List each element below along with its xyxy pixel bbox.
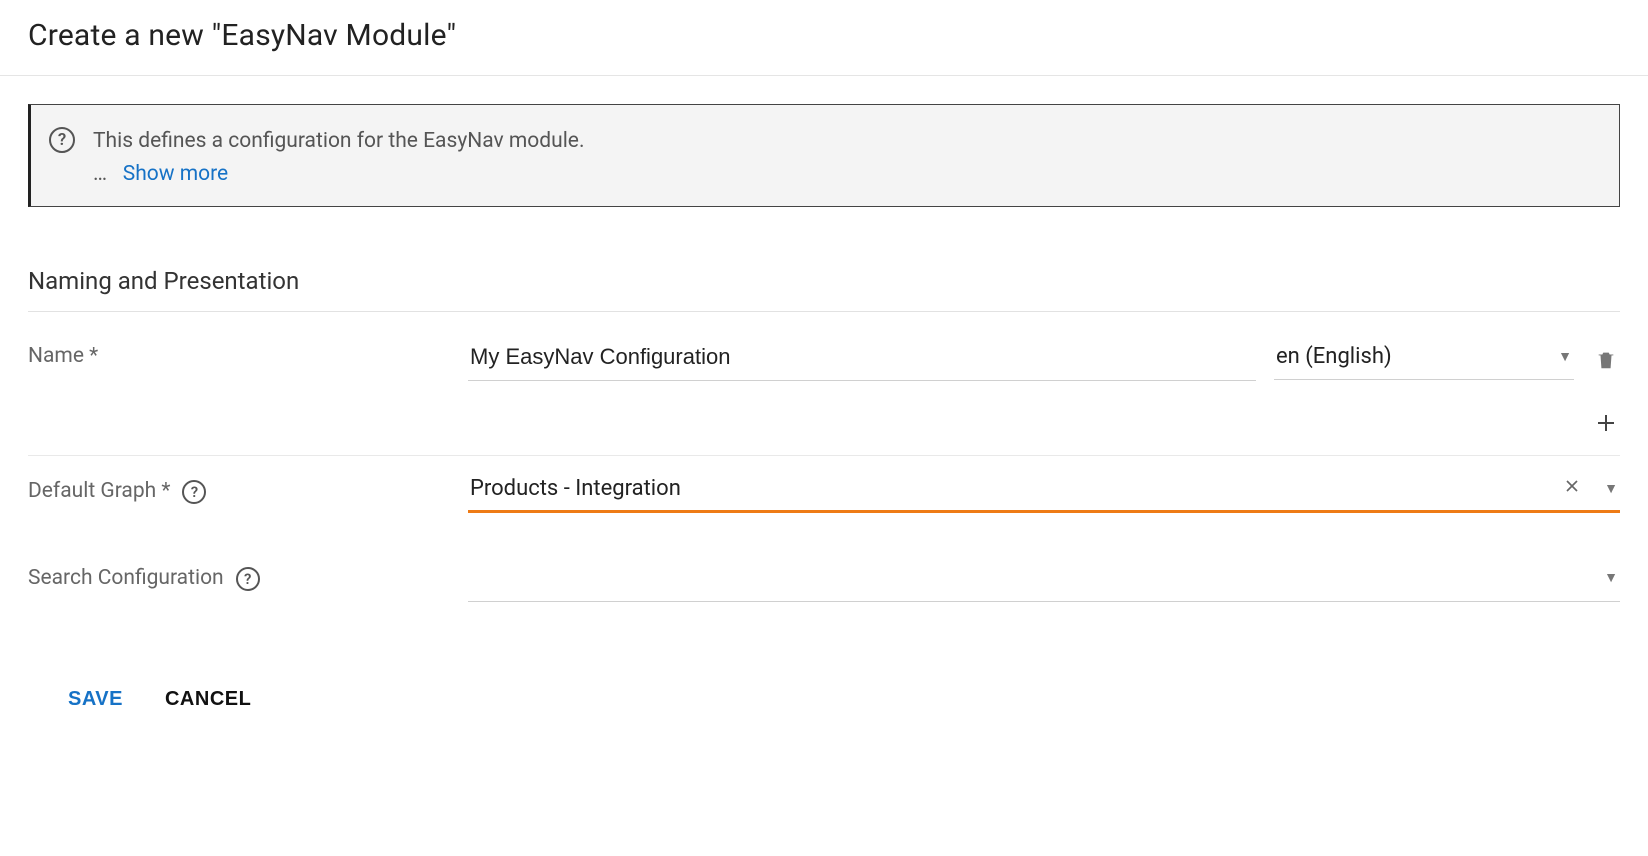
name-input[interactable] xyxy=(468,340,1256,381)
search-config-value xyxy=(470,565,1596,591)
chevron-down-icon: ▼ xyxy=(1558,348,1572,365)
section-title: Naming and Presentation xyxy=(28,267,1620,295)
cancel-button[interactable]: CANCEL xyxy=(165,688,251,711)
plus-icon xyxy=(1594,411,1618,435)
add-name-button[interactable] xyxy=(1592,409,1620,437)
help-icon[interactable]: ? xyxy=(236,567,260,591)
show-more-link[interactable]: Show more xyxy=(123,162,228,186)
default-graph-label: Default Graph * xyxy=(28,479,170,503)
trash-icon xyxy=(1595,349,1617,371)
info-banner: ? This defines a configuration for the E… xyxy=(28,104,1620,207)
divider xyxy=(0,75,1648,76)
ellipsis: … xyxy=(93,162,107,186)
chevron-down-icon: ▼ xyxy=(1604,569,1618,586)
search-config-select[interactable]: ▼ xyxy=(468,561,1620,602)
page-title: Create a new "EasyNav Module" xyxy=(0,0,1648,75)
delete-name-button[interactable] xyxy=(1592,346,1620,374)
info-text: This defines a configuration for the Eas… xyxy=(93,125,584,158)
clear-default-graph-button[interactable] xyxy=(1558,476,1586,502)
default-graph-value: Products - Integration xyxy=(470,476,1548,501)
language-value: en (English) xyxy=(1276,344,1550,369)
name-label: Name * xyxy=(28,344,98,368)
save-button[interactable]: SAVE xyxy=(68,688,123,711)
close-icon xyxy=(1562,476,1582,496)
help-icon[interactable]: ? xyxy=(182,480,206,504)
chevron-down-icon: ▼ xyxy=(1604,480,1618,497)
default-graph-select[interactable]: Products - Integration ▼ xyxy=(468,474,1620,513)
search-config-label: Search Configuration xyxy=(28,566,224,590)
help-icon: ? xyxy=(49,127,75,153)
language-select[interactable]: en (English) ▼ xyxy=(1274,340,1574,380)
